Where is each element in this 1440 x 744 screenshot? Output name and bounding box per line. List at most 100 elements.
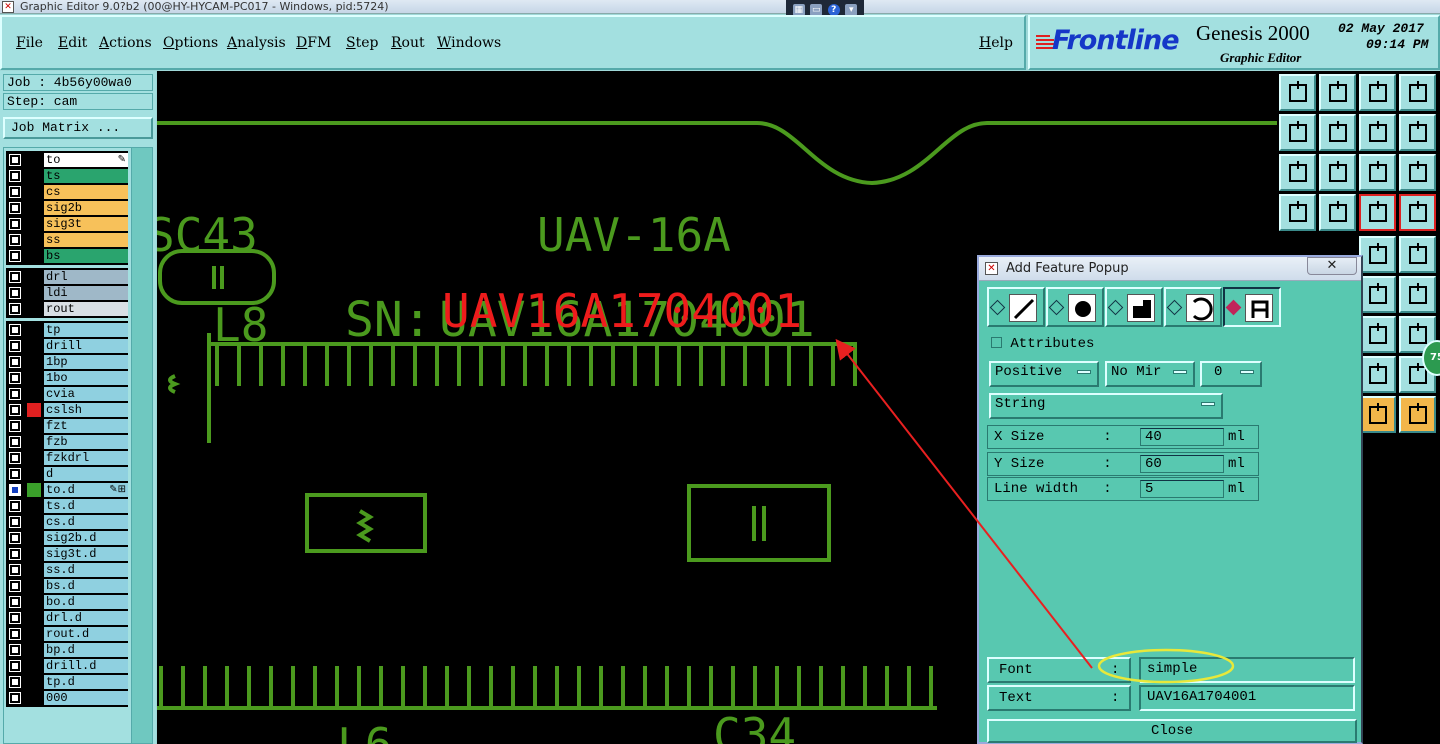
- layer-color-swatch[interactable]: [27, 611, 41, 625]
- pad-select-button[interactable]: [1399, 276, 1436, 313]
- layer-row-drill-d[interactable]: drill.d: [6, 658, 128, 674]
- layer-color-swatch[interactable]: [27, 169, 41, 183]
- layer-color-swatch[interactable]: [27, 387, 41, 401]
- layer-row-ts[interactable]: ts: [6, 168, 128, 184]
- layer-name[interactable]: 1bp: [44, 355, 128, 369]
- menu-step[interactable]: Step: [346, 35, 378, 51]
- view-top-button[interactable]: [1279, 74, 1316, 111]
- layer-color-swatch[interactable]: [27, 435, 41, 449]
- layer-row-sig3t-d[interactable]: sig3t.d: [6, 546, 128, 562]
- mirror-select[interactable]: No Mir: [1105, 361, 1195, 387]
- arc-tool-button[interactable]: [1359, 316, 1396, 353]
- layer-name[interactable]: cs: [44, 185, 128, 199]
- job-matrix-button[interactable]: Job Matrix ...: [3, 117, 153, 139]
- layer-checkbox[interactable]: [9, 612, 21, 624]
- tool-brush-button[interactable]: [1279, 194, 1316, 231]
- layer-row-cvia[interactable]: cvia: [6, 386, 128, 402]
- y-size-input[interactable]: 60: [1140, 455, 1224, 473]
- text-label-button[interactable]: Text :: [987, 685, 1131, 711]
- layer-checkbox[interactable]: [9, 234, 21, 246]
- layer-color-swatch[interactable]: [27, 451, 41, 465]
- layer-checkbox[interactable]: [9, 202, 21, 214]
- layer-color-swatch[interactable]: [27, 547, 41, 561]
- layer-name[interactable]: ss: [44, 233, 128, 247]
- layer-name[interactable]: bo.d: [44, 595, 128, 609]
- layer-color-swatch[interactable]: [27, 403, 41, 417]
- menu-options[interactable]: Options: [163, 35, 218, 51]
- layer-checkbox[interactable]: [9, 436, 21, 448]
- layer-color-swatch[interactable]: [27, 201, 41, 215]
- layer-row-sig3t[interactable]: sig3t: [6, 216, 128, 232]
- layer-row-drl[interactable]: drl: [6, 269, 128, 285]
- layer-row-ss-d[interactable]: ss.d: [6, 562, 128, 578]
- layer-color-swatch[interactable]: [27, 286, 41, 300]
- layer-checkbox[interactable]: [9, 303, 21, 315]
- layer-row-tp-d[interactable]: tp.d: [6, 674, 128, 690]
- angle-select[interactable]: 0: [1200, 361, 1262, 387]
- layer-row-fzkdrl[interactable]: fzkdrl: [6, 450, 128, 466]
- redraw-button[interactable]: [1399, 114, 1436, 151]
- layer-row-rout-d[interactable]: rout.d: [6, 626, 128, 642]
- layer-row-ts-d[interactable]: ts.d: [6, 498, 128, 514]
- layer-name[interactable]: drl: [44, 270, 128, 284]
- layer-checkbox[interactable]: [9, 170, 21, 182]
- layer-row-fzt[interactable]: fzt: [6, 418, 128, 434]
- layer-checkbox[interactable]: [9, 356, 21, 368]
- scale-1-2-button[interactable]: [1359, 154, 1396, 191]
- layer-name[interactable]: sig3t: [44, 217, 128, 231]
- layer-align-button[interactable]: [1359, 194, 1396, 231]
- layer-checkbox[interactable]: [9, 468, 21, 480]
- layer-checkbox[interactable]: [9, 388, 21, 400]
- layer-name[interactable]: 000: [44, 691, 128, 705]
- layer-color-swatch[interactable]: [27, 531, 41, 545]
- text-input[interactable]: UAV16A1704001: [1139, 685, 1355, 711]
- layer-name[interactable]: cslsh: [44, 403, 128, 417]
- x-size-input[interactable]: 40: [1140, 428, 1224, 446]
- layer-name[interactable]: to.d ✎⊞: [44, 483, 128, 497]
- layer-color-swatch[interactable]: [27, 579, 41, 593]
- layer-name[interactable]: sig2b.d: [44, 531, 128, 545]
- layer-color-swatch[interactable]: [27, 643, 41, 657]
- layer-row-drl-d[interactable]: drl.d: [6, 610, 128, 626]
- layer-checkbox[interactable]: [9, 596, 21, 608]
- layer-row-bo-d[interactable]: bo.d: [6, 594, 128, 610]
- layer-color-swatch[interactable]: [27, 467, 41, 481]
- layer-row-bp-d[interactable]: bp.d: [6, 642, 128, 658]
- layer-row-d[interactable]: d: [6, 466, 128, 482]
- layer-row-sig2b-d[interactable]: sig2b.d: [6, 530, 128, 546]
- layer-color-swatch[interactable]: [27, 185, 41, 199]
- layer-checkbox[interactable]: [9, 340, 21, 352]
- layer-scrollbar[interactable]: [131, 148, 152, 743]
- layer-color-swatch[interactable]: [27, 691, 41, 705]
- layer-checkbox[interactable]: [9, 372, 21, 384]
- zoom-fit-button[interactable]: [1359, 356, 1396, 393]
- line-width-input[interactable]: 5: [1140, 480, 1224, 498]
- menu-help[interactable]: Help: [979, 35, 1013, 51]
- menu-windows[interactable]: Windows: [437, 35, 501, 51]
- font-label-button[interactable]: Font :: [987, 657, 1131, 683]
- layer-row-1bo[interactable]: 1bo: [6, 370, 128, 386]
- layer-color-swatch[interactable]: [27, 627, 41, 641]
- layer-checkbox[interactable]: [9, 186, 21, 198]
- layer-color-swatch[interactable]: [27, 355, 41, 369]
- layer-color-swatch[interactable]: [27, 499, 41, 513]
- layer-row-drill[interactable]: drill: [6, 338, 128, 354]
- select-pointer-button[interactable]: [1359, 396, 1396, 433]
- layer-name[interactable]: fzb: [44, 435, 128, 449]
- layer-name[interactable]: ts: [44, 169, 128, 183]
- layer-name[interactable]: d: [44, 467, 128, 481]
- layer-color-swatch[interactable]: [27, 249, 41, 263]
- layer-row-to-d[interactable]: to.d ✎⊞: [6, 482, 128, 498]
- layer-checkbox[interactable]: [9, 532, 21, 544]
- ruler-button[interactable]: [1359, 276, 1396, 313]
- layer-name[interactable]: 1bo: [44, 371, 128, 385]
- snap-button[interactable]: [1399, 236, 1436, 273]
- layer-color-swatch[interactable]: [27, 515, 41, 529]
- zoom-area-button[interactable]: [1359, 114, 1396, 151]
- layer-name[interactable]: bs.d: [44, 579, 128, 593]
- layer-name[interactable]: drill.d: [44, 659, 128, 673]
- text-type-select[interactable]: String: [989, 393, 1223, 419]
- layer-row-rout[interactable]: rout: [6, 301, 128, 317]
- layer-name[interactable]: cs.d: [44, 515, 128, 529]
- layer-name[interactable]: sig3t.d: [44, 547, 128, 561]
